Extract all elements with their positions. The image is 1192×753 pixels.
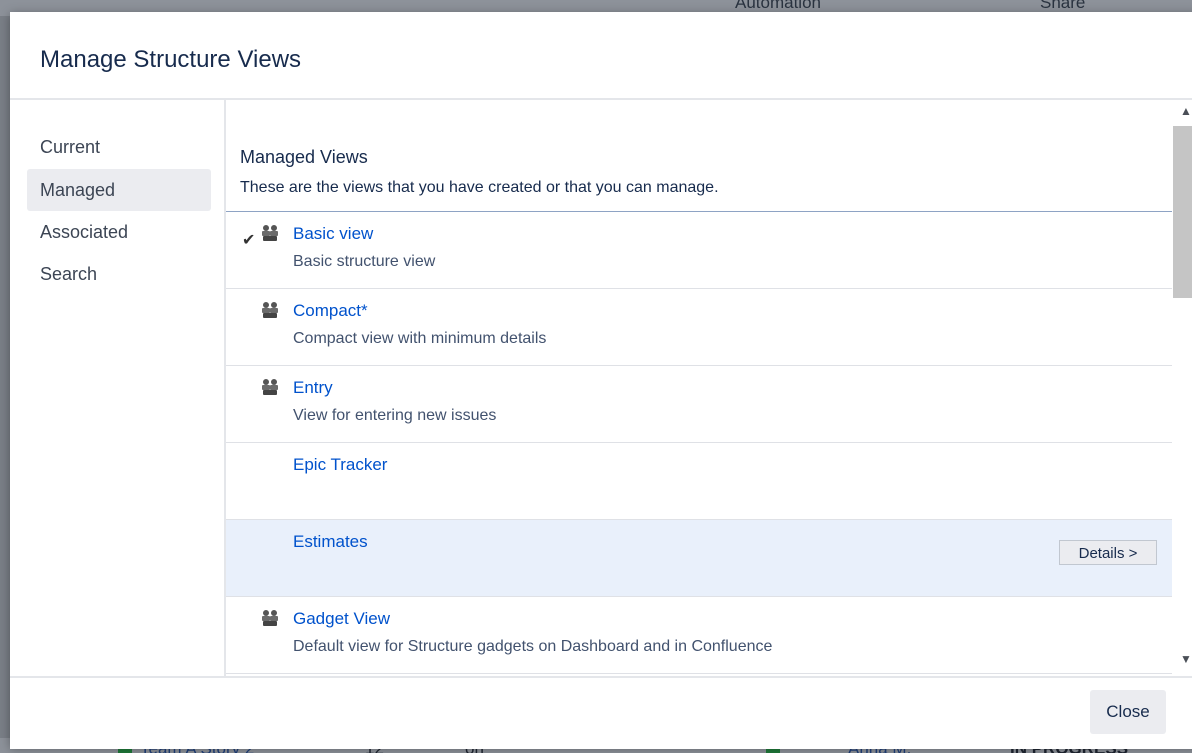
scrollbar-thumb[interactable] xyxy=(1173,126,1192,298)
view-row[interactable]: ✔ Basic view Basic structure view xyxy=(226,212,1172,289)
view-description: Default view for Structure gadgets on Da… xyxy=(293,638,773,655)
nav-item-label: Current xyxy=(40,137,101,157)
view-name-link[interactable]: Epic Tracker xyxy=(293,455,387,475)
manage-views-dialog: Manage Structure Views Current Managed A… xyxy=(10,12,1192,749)
scroll-down-arrow-icon[interactable]: ▼ xyxy=(1177,652,1192,668)
view-name-link[interactable]: Compact* xyxy=(293,301,368,321)
view-row[interactable]: Gadget View Default view for Structure ga… xyxy=(226,597,1172,674)
nav-item-label: Managed xyxy=(40,180,116,200)
views-panel: Managed Views These are the views that y… xyxy=(226,100,1172,676)
checkmark-icon: ✔ xyxy=(242,232,256,249)
view-row[interactable]: Estimates Details > xyxy=(226,520,1172,597)
nav-item-associated[interactable]: Associated xyxy=(27,211,211,253)
nav-item-search[interactable]: Search xyxy=(27,253,211,295)
people-icon xyxy=(262,610,278,626)
people-icon xyxy=(262,302,278,318)
view-description: Compact view with minimum details xyxy=(293,330,547,347)
view-name-link[interactable]: Gadget View xyxy=(293,609,390,629)
nav-item-current[interactable]: Current xyxy=(27,126,211,168)
scrollbar[interactable]: ▲ ▼ xyxy=(1172,100,1192,676)
details-button[interactable]: Details > xyxy=(1059,540,1157,565)
view-name-link[interactable]: Entry xyxy=(293,378,333,398)
people-icon xyxy=(262,225,278,241)
people-icon xyxy=(262,379,278,395)
section-subtitle: These are the views that you have create… xyxy=(240,179,719,196)
view-description: Basic structure view xyxy=(293,253,436,270)
close-button[interactable]: Close xyxy=(1090,690,1166,734)
view-row[interactable]: Entry View for entering new issues xyxy=(226,366,1172,443)
scroll-up-arrow-icon[interactable]: ▲ xyxy=(1177,104,1192,120)
view-name-link[interactable]: Estimates xyxy=(293,532,368,552)
dialog-nav: Current Managed Associated Search xyxy=(10,100,226,676)
section-title: Managed Views xyxy=(240,147,368,167)
view-row[interactable]: Epic Tracker xyxy=(226,443,1172,520)
dialog-header: Manage Structure Views xyxy=(10,12,1192,100)
view-row[interactable]: Compact* Compact view with minimum detail… xyxy=(226,289,1172,366)
dialog-footer: Close xyxy=(10,676,1192,749)
nav-item-label: Associated xyxy=(40,222,129,242)
view-description: View for entering new issues xyxy=(293,407,497,424)
dialog-title: Manage Structure Views xyxy=(40,46,302,73)
nav-item-label: Search xyxy=(40,264,98,284)
view-name-link[interactable]: Basic view xyxy=(293,224,373,244)
nav-item-managed[interactable]: Managed xyxy=(27,169,211,211)
